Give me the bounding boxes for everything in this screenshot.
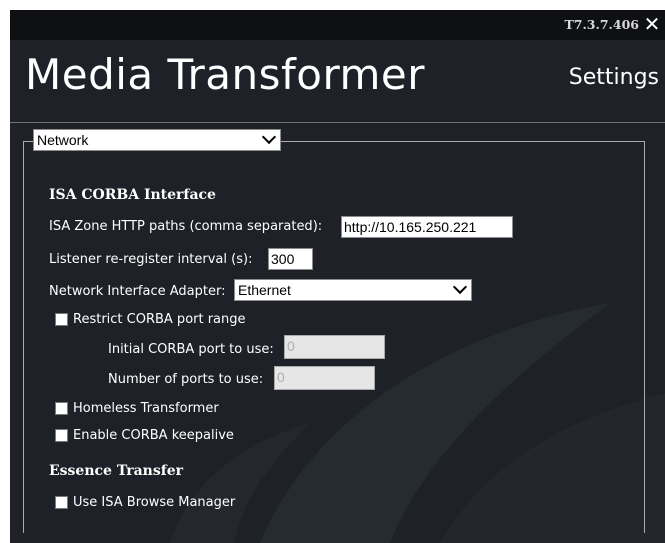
close-icon[interactable]: ✕ bbox=[641, 12, 663, 36]
title-bar: T7.3.7.406 ✕ bbox=[10, 10, 665, 40]
essence-transfer-heading: Essence Transfer bbox=[49, 463, 184, 479]
restrict-port-range-label: Restrict CORBA port range bbox=[73, 312, 246, 327]
adapter-dropdown[interactable]: Ethernet bbox=[234, 279, 472, 301]
header-divider bbox=[10, 122, 665, 123]
reregister-label: Listener re-register interval (s): bbox=[49, 252, 253, 267]
chevron-down-icon bbox=[261, 129, 277, 145]
zone-paths-input[interactable]: http://10.165.250.221 bbox=[341, 216, 513, 238]
restrict-port-range-checkbox[interactable] bbox=[55, 313, 68, 326]
corba-heading: ISA CORBA Interface bbox=[49, 187, 216, 203]
adapter-label: Network Interface Adapter: bbox=[49, 284, 226, 299]
reregister-input[interactable]: 300 bbox=[268, 248, 313, 270]
initial-port-input[interactable]: 0 bbox=[284, 335, 385, 359]
version-label: T7.3.7.406 bbox=[564, 17, 639, 32]
browse-manager-label: Use ISA Browse Manager bbox=[73, 495, 236, 510]
num-ports-label: Number of ports to use: bbox=[108, 372, 264, 387]
initial-port-label: Initial CORBA port to use: bbox=[108, 342, 274, 357]
chevron-down-icon bbox=[452, 279, 468, 295]
section-dropdown[interactable]: Network bbox=[33, 129, 281, 151]
browse-manager-checkbox[interactable] bbox=[55, 496, 68, 509]
num-ports-input[interactable]: 0 bbox=[274, 366, 375, 390]
app-title: Media Transformer bbox=[25, 50, 426, 99]
section-dropdown-value: Network bbox=[37, 132, 89, 148]
adapter-dropdown-value: Ethernet bbox=[238, 282, 291, 298]
corba-keepalive-checkbox[interactable] bbox=[55, 429, 68, 442]
homeless-transformer-label: Homeless Transformer bbox=[73, 401, 219, 416]
corba-keepalive-label: Enable CORBA keepalive bbox=[73, 428, 234, 443]
zone-paths-label: ISA Zone HTTP paths (comma separated): bbox=[49, 219, 323, 234]
page-title: Settings bbox=[568, 65, 659, 90]
homeless-transformer-checkbox[interactable] bbox=[55, 402, 68, 415]
